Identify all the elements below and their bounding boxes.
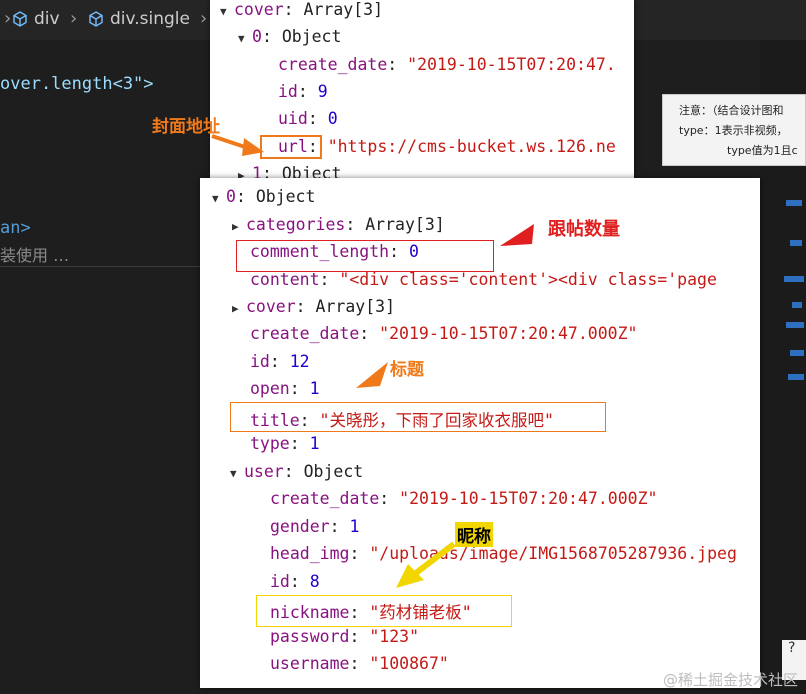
highlight-box-url	[260, 135, 322, 159]
highlight-box-title	[230, 402, 606, 432]
tree-row: open: 1	[250, 379, 320, 398]
code-line: 装使用 …	[0, 246, 70, 265]
annotation-title: 标题	[390, 360, 424, 380]
breadcrumb-label: div	[34, 9, 60, 29]
breadcrumb-item[interactable]: div	[12, 9, 60, 29]
arrow-icon	[356, 362, 388, 388]
hover-tooltip: 注意：（结合设计图和 type：1表示非视频， type值为1且c	[662, 94, 806, 166]
tree-row[interactable]: ▶ cover: Array[3]	[232, 297, 395, 316]
tree-row: content: "<div class='content'><div clas…	[250, 270, 717, 289]
arrow-icon	[211, 134, 264, 156]
chevron-right-icon: ›	[200, 8, 208, 29]
highlight-box-comment-length	[236, 240, 494, 272]
annotation-nickname: 昵称	[455, 522, 493, 547]
cube-icon	[13, 11, 27, 27]
cube-icon	[89, 11, 103, 27]
arrow-icon	[500, 224, 534, 246]
annotation-comment-count: 跟帖数量	[548, 219, 620, 240]
code-line: an>	[0, 218, 31, 238]
arrow-icon	[396, 541, 456, 588]
tree-row: create_date: "2019-10-15T07:20:47.000Z"	[270, 489, 658, 508]
highlight-box-nickname	[256, 595, 512, 627]
tree-row: url: "https://cms-bucket.ws.126.ne	[278, 137, 616, 156]
tree-row: type: 1	[250, 434, 320, 453]
chevron-right-icon: ›	[4, 8, 12, 29]
devtools-object-panel: ▼ 0: Object ▶ categories: Array[3] comment…	[200, 178, 760, 688]
divider	[0, 266, 210, 267]
caret-down-icon[interactable]: ▼	[238, 32, 252, 45]
tree-row: gender: 1	[270, 517, 360, 536]
caret-down-icon[interactable]: ▼	[230, 467, 244, 480]
tree-row: id: 12	[250, 352, 310, 371]
devtools-object-panel: ▼ cover: Array[3] ▼ 0: Object create_date:…	[210, 0, 634, 182]
tree-row[interactable]: ▶ categories: Array[3]	[232, 215, 445, 234]
chevron-right-icon: ›	[70, 8, 78, 29]
tree-row[interactable]: ▼ 0: Object	[238, 27, 341, 46]
tree-row: id: 8	[270, 572, 320, 591]
caret-down-icon[interactable]: ▼	[212, 192, 226, 205]
tree-row: username: "100867"	[270, 654, 449, 673]
tree-row: id: 9	[278, 82, 328, 101]
caret-right-icon[interactable]: ▶	[232, 220, 246, 233]
breadcrumb-label: div.single	[110, 9, 190, 29]
tree-row: create_date: "2019-10-15T07:20:47.	[278, 55, 616, 74]
code-line: over.length<3">	[0, 74, 154, 94]
caret-down-icon[interactable]: ▼	[220, 5, 234, 18]
tree-row[interactable]: ▼ cover: Array[3]	[220, 0, 383, 19]
breadcrumb-item[interactable]: div.single	[88, 9, 190, 29]
tree-row[interactable]: ▼ user: Object	[230, 462, 363, 481]
tree-row: uid: 0	[278, 109, 338, 128]
tree-row[interactable]: ▼ 0: Object	[212, 187, 315, 206]
caret-right-icon[interactable]: ▶	[232, 302, 246, 315]
tree-row: create_date: "2019-10-15T07:20:47.000Z"	[250, 324, 638, 343]
watermark: @稀土掘金技术社区	[662, 671, 798, 689]
tree-row: password: "123"	[270, 627, 420, 646]
tree-row: head_img: "/uploads/image/IMG15687052879…	[270, 544, 737, 563]
